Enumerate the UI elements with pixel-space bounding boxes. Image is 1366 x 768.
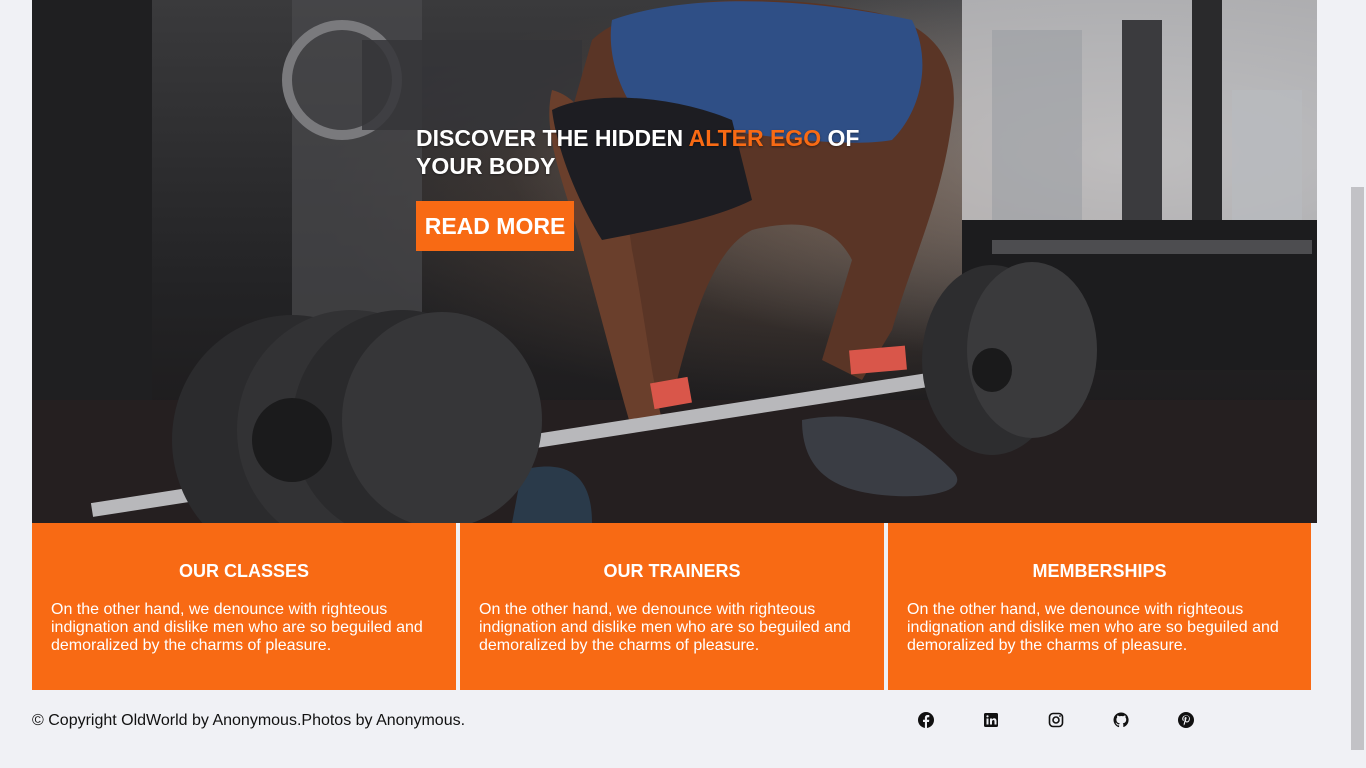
- facebook-icon[interactable]: [918, 712, 936, 730]
- card-text: On the other hand, we denounce with righ…: [479, 601, 851, 654]
- linkedin-icon[interactable]: [983, 712, 1001, 730]
- features-section: OUR CLASSES On the other hand, we denoun…: [32, 523, 1311, 690]
- social-links: [918, 712, 1243, 730]
- github-icon[interactable]: [1113, 712, 1131, 730]
- card-text: On the other hand, we denounce with righ…: [907, 601, 1279, 654]
- page: Discover the hidden alter ego of your bo…: [0, 0, 1366, 768]
- card-title: OUR CLASSES: [178, 561, 310, 581]
- card-memberships: MEMBERSHIPS On the other hand, we denoun…: [888, 523, 1311, 690]
- headline-accent: alter ego: [688, 125, 822, 151]
- instagram-icon[interactable]: [1048, 712, 1066, 730]
- scrollbar-thumb[interactable]: [1351, 187, 1364, 750]
- card-our-classes: OUR CLASSES On the other hand, we denoun…: [32, 523, 456, 690]
- card-our-trainers: OUR TRAINERS On the other hand, we denou…: [460, 523, 884, 690]
- card-title: MEMBERSHIPS: [1032, 561, 1167, 581]
- card-text: On the other hand, we denounce with righ…: [51, 601, 423, 654]
- hero-headline: Discover the hidden alter ego of your bo…: [416, 124, 896, 180]
- hero-section: Discover the hidden alter ego of your bo…: [32, 0, 1317, 523]
- pinterest-icon[interactable]: [1178, 712, 1196, 730]
- card-title: OUR TRAINERS: [603, 561, 741, 581]
- hero-image: [32, 0, 1317, 523]
- footer-copyright: © Copyright OldWorld by Anonymous.Photos…: [32, 712, 466, 729]
- read-more-button[interactable]: READ MORE: [416, 201, 574, 251]
- headline-part1: Discover the hidden: [416, 125, 689, 151]
